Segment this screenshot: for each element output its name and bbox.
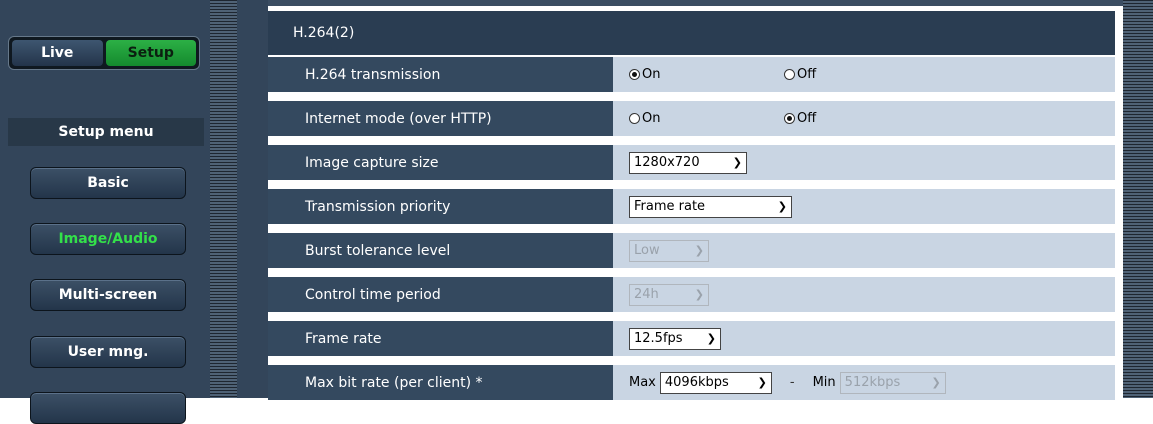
mode-toggle: Live Setup [8,36,200,70]
row-value: 1280x720 ❯ [613,145,1115,180]
row-transmission-priority: Transmission priority Frame rate ❯ [268,189,1115,224]
setup-button[interactable]: Setup [105,40,196,66]
decorative-stripe-right [1123,0,1153,398]
radio-unchecked-icon [629,113,640,124]
max-bit-rate-select[interactable]: 4096kbps ❯ [659,371,772,394]
min-label: Min [812,375,836,390]
row-value: Max 4096kbps ❯ - Min 512kbps ❯ [613,365,1115,400]
select-value: Frame rate [634,199,706,214]
sidebar: Live Setup Setup menu Basic Image/Audio … [0,0,210,424]
row-label: Burst tolerance level [268,233,613,268]
radio-label: On [642,67,661,82]
menu-next-button[interactable] [30,392,186,424]
setup-menu-title: Setup menu [8,118,204,146]
row-label: H.264 transmission [268,57,613,92]
row-label: Max bit rate (per client) * [268,365,613,400]
radio-label: Off [797,111,817,126]
select-value: 512kbps [844,375,901,390]
section-title: H.264(2) [268,11,1115,55]
transmission-off-radio[interactable]: Off [784,67,816,82]
row-label: Transmission priority [268,189,613,224]
select-value: 24h [634,287,659,302]
row-image-capture-size: Image capture size 1280x720 ❯ [268,145,1115,180]
row-value: 12.5fps ❯ [613,321,1115,356]
frame-rate-select[interactable]: 12.5fps ❯ [629,327,721,350]
capture-size-select[interactable]: 1280x720 ❯ [629,151,747,174]
row-control-time-period: Control time period 24h ❯ [268,277,1115,312]
radio-label: Off [797,67,817,82]
radio-checked-icon [629,69,640,80]
menu-multi-screen-button[interactable]: Multi-screen [30,279,186,311]
transmission-on-radio[interactable]: On [629,67,784,82]
select-value: Low [634,243,660,258]
select-value: 1280x720 [634,155,700,170]
select-value: 4096kbps [664,375,729,390]
row-h264-transmission: H.264 transmission On Off [268,57,1115,92]
sidebar-gap [237,0,268,398]
menu-basic-button[interactable]: Basic [30,167,186,199]
range-separator: - [789,375,795,390]
min-bit-rate-select: 512kbps ❯ [839,371,946,394]
row-label: Frame rate [268,321,613,356]
row-value: Frame rate ❯ [613,189,1115,224]
chevron-down-icon: ❯ [694,244,704,257]
select-value: 12.5fps [634,331,683,346]
menu-user-mng-button[interactable]: User mng. [30,336,186,368]
row-value: 24h ❯ [613,277,1115,312]
row-frame-rate: Frame rate 12.5fps ❯ [268,321,1115,356]
row-label: Image capture size [268,145,613,180]
chevron-down-icon: ❯ [931,376,941,389]
row-label: Control time period [268,277,613,312]
radio-label: On [642,111,661,126]
chevron-down-icon: ❯ [732,156,742,169]
chevron-down-icon: ❯ [757,376,767,389]
chevron-down-icon: ❯ [706,332,716,345]
chevron-down-icon: ❯ [777,200,787,213]
row-internet-mode: Internet mode (over HTTP) On Off [268,101,1115,136]
decorative-stripe-left [210,0,237,398]
max-label: Max [629,375,656,390]
radio-checked-icon [784,113,795,124]
live-button[interactable]: Live [12,40,103,66]
internet-mode-off-radio[interactable]: Off [784,111,816,126]
internet-mode-on-radio[interactable]: On [629,111,784,126]
transmission-priority-select[interactable]: Frame rate ❯ [629,195,792,218]
control-period-select: 24h ❯ [629,283,709,306]
row-label: Internet mode (over HTTP) [268,101,613,136]
row-value: Low ❯ [613,233,1115,268]
settings-panel: H.264(2) H.264 transmission On Off Inter… [268,11,1115,400]
row-value: On Off [613,101,1115,136]
row-burst-tolerance: Burst tolerance level Low ❯ [268,233,1115,268]
menu-image-audio-button[interactable]: Image/Audio [30,223,186,255]
chevron-down-icon: ❯ [694,288,704,301]
burst-tolerance-select: Low ❯ [629,239,709,262]
row-max-bit-rate: Max bit rate (per client) * Max 4096kbps… [268,365,1115,400]
radio-unchecked-icon [784,69,795,80]
row-value: On Off [613,57,1115,92]
